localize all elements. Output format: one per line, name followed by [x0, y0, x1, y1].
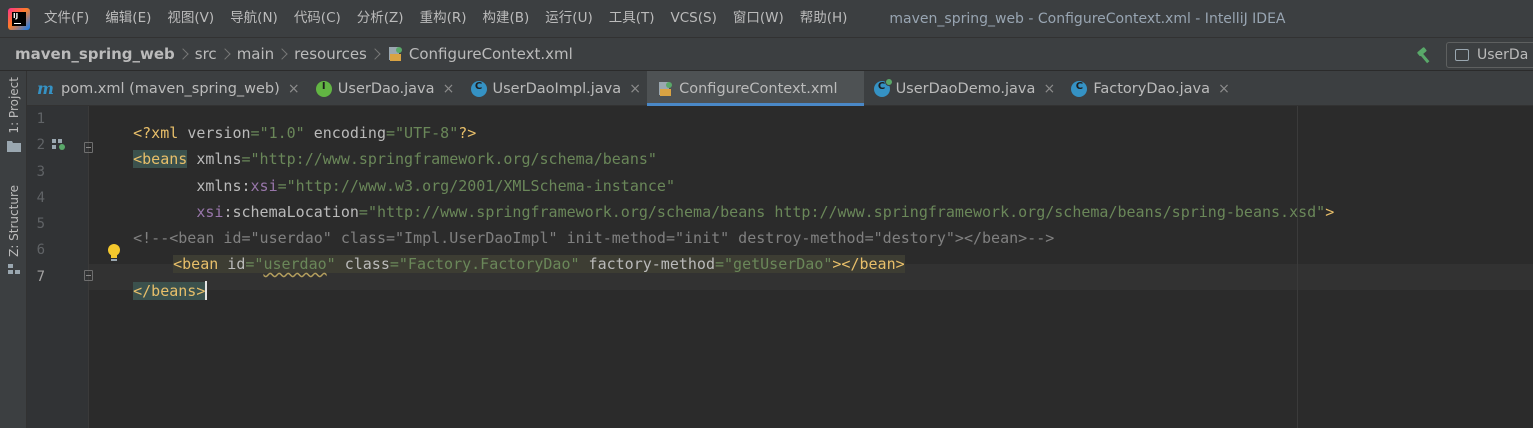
- class-icon: C: [470, 80, 487, 97]
- attr-value-warning: userdao: [263, 255, 327, 273]
- spring-xml-icon: [387, 46, 403, 62]
- chevron-right-icon: [369, 48, 381, 60]
- tag-close-bracket: >: [1325, 203, 1335, 221]
- tab-userdaodemo-java[interactable]: C UserDaoDemo.java ×: [864, 71, 1062, 106]
- tab-label: UserDaoDemo.java: [895, 80, 1036, 97]
- menu-window[interactable]: 窗口(W): [725, 0, 792, 37]
- close-icon[interactable]: ×: [443, 81, 455, 97]
- menu-vcs[interactable]: VCS(S): [663, 0, 725, 37]
- structure-tool-button[interactable]: Z: Structure: [0, 185, 27, 275]
- tag-close-bean: ></bean>: [832, 255, 905, 273]
- line-number: 6: [36, 242, 45, 258]
- close-icon[interactable]: ×: [288, 81, 300, 97]
- editor-gutter: 1 2 3 4 5 6 7: [27, 106, 93, 428]
- equals-sign: =: [389, 255, 399, 273]
- menu-view[interactable]: 视图(V): [159, 0, 222, 37]
- text-caret: [205, 281, 208, 300]
- tab-pom-xml[interactable]: m pom.xml (maven_spring_web) ×: [27, 71, 306, 106]
- attr-name: factory-method: [579, 255, 715, 273]
- code-line-3: xmlns:xsi="http://www.w3.org/2001/XMLSch…: [97, 159, 675, 195]
- run-config-icon: [1455, 49, 1469, 61]
- tab-label: UserDaoImpl.java: [492, 80, 622, 97]
- menu-code[interactable]: 代码(C): [286, 0, 349, 37]
- menu-refactor[interactable]: 重构(R): [412, 0, 475, 37]
- attr-name: class: [335, 255, 390, 273]
- attr-name: id: [218, 255, 246, 273]
- line-number: 4: [36, 190, 45, 206]
- maven-icon: m: [37, 78, 54, 98]
- menu-bar: IJ 文件(F) 编辑(E) 视图(V) 导航(N) 代码(C) 分析(Z) 重…: [0, 0, 1533, 37]
- equals-sign: =: [715, 255, 725, 273]
- attr-value: "getUserDao": [724, 255, 833, 273]
- menu-analyze[interactable]: 分析(Z): [349, 0, 412, 37]
- tab-label: UserDao.java: [337, 80, 435, 97]
- code-line-2: <beans xmlns="http://www.springframework…: [97, 132, 657, 168]
- code-line-7: </beans>: [97, 264, 208, 300]
- breadcrumb-project[interactable]: maven_spring_web: [15, 45, 175, 63]
- tab-userdao-java[interactable]: I UserDao.java ×: [306, 71, 461, 106]
- build-hammer-icon[interactable]: [1415, 46, 1433, 64]
- runnable-class-icon: C: [873, 77, 893, 97]
- menu-file[interactable]: 文件(F): [36, 0, 97, 37]
- tag-close-beans: </beans>: [133, 282, 206, 300]
- chevron-right-icon: [177, 48, 189, 60]
- fold-toggle-icon[interactable]: [84, 270, 93, 281]
- class-icon: C: [1071, 80, 1088, 97]
- code-editor[interactable]: 1 2 3 4 5 6 7 <?xml version="1.0" encodi…: [27, 106, 1533, 428]
- structure-tool-label: Z: Structure: [6, 185, 21, 257]
- right-margin-guide: [1297, 106, 1298, 428]
- attr-value: "Factory.FactoryDao": [398, 255, 580, 273]
- breadcrumb: maven_spring_web src main resources Conf…: [0, 37, 1533, 71]
- close-icon[interactable]: ×: [1218, 81, 1230, 97]
- quote: ": [326, 255, 336, 273]
- line-number: 3: [36, 164, 45, 180]
- left-tool-strip: 1: Project Z: Structure: [0, 71, 27, 428]
- intellij-logo-icon: IJ: [8, 7, 30, 30]
- window-title: maven_spring_web - ConfigureContext.xml …: [889, 10, 1286, 27]
- code-line-1: <?xml version="1.0" encoding="UTF-8"?>: [97, 106, 476, 142]
- structure-icon: [7, 263, 20, 274]
- menu-tools[interactable]: 工具(T): [601, 0, 663, 37]
- tab-label: pom.xml (maven_spring_web): [61, 80, 280, 97]
- breadcrumb-src[interactable]: src: [195, 45, 217, 63]
- run-configuration-label: UserDa: [1477, 47, 1529, 63]
- menu-build[interactable]: 构建(B): [475, 0, 538, 37]
- spring-bean-gutter-icon[interactable]: [52, 139, 66, 151]
- menu-help[interactable]: 帮助(H): [792, 0, 856, 37]
- close-icon[interactable]: ×: [1043, 81, 1055, 97]
- lightbulb-icon[interactable]: [106, 243, 122, 263]
- breadcrumb-file[interactable]: ConfigureContext.xml: [387, 45, 573, 63]
- line-number-current: 7: [36, 269, 45, 285]
- tab-userdaoimpl-java[interactable]: C UserDaoImpl.java ×: [461, 71, 648, 106]
- folder-icon: [6, 140, 21, 152]
- breadcrumb-file-label: ConfigureContext.xml: [408, 45, 573, 63]
- menu-run[interactable]: 运行(U): [537, 0, 600, 37]
- code-line-5: <!--<bean id="userdao" class="Impl.UserD…: [97, 211, 1054, 247]
- fold-toggle-icon[interactable]: [84, 142, 93, 153]
- breadcrumb-main[interactable]: main: [237, 45, 274, 63]
- menu-edit[interactable]: 编辑(E): [97, 0, 159, 37]
- tab-configurecontext-xml[interactable]: ConfigureContext.xml ×: [647, 71, 865, 106]
- breadcrumb-resources[interactable]: resources: [294, 45, 367, 63]
- editor-tab-bar: m pom.xml (maven_spring_web) × I UserDao…: [27, 71, 1533, 106]
- code-line-4: xsi:schemaLocation="http://www.springfra…: [97, 185, 1334, 221]
- line-number: 5: [36, 216, 45, 232]
- line-number: 1: [36, 111, 45, 127]
- chevron-right-icon: [219, 48, 231, 60]
- close-icon[interactable]: ×: [629, 81, 641, 97]
- run-configuration-selector[interactable]: UserDa: [1446, 42, 1533, 68]
- tab-factorydao-java[interactable]: C FactoryDao.java ×: [1061, 71, 1236, 106]
- tab-label: FactoryDao.java: [1093, 80, 1210, 97]
- spring-xml-icon: [657, 81, 673, 97]
- tab-label: ConfigureContext.xml: [679, 80, 838, 97]
- code-line-6: <bean id="userdao" class="Factory.Factor…: [137, 237, 905, 273]
- menu-navigate[interactable]: 导航(N): [222, 0, 286, 37]
- project-tool-label: 1: Project: [6, 77, 21, 134]
- line-number: 2: [36, 137, 45, 153]
- interface-icon: I: [315, 80, 332, 97]
- project-tool-button[interactable]: 1: Project: [0, 77, 27, 152]
- chevron-right-icon: [276, 48, 288, 60]
